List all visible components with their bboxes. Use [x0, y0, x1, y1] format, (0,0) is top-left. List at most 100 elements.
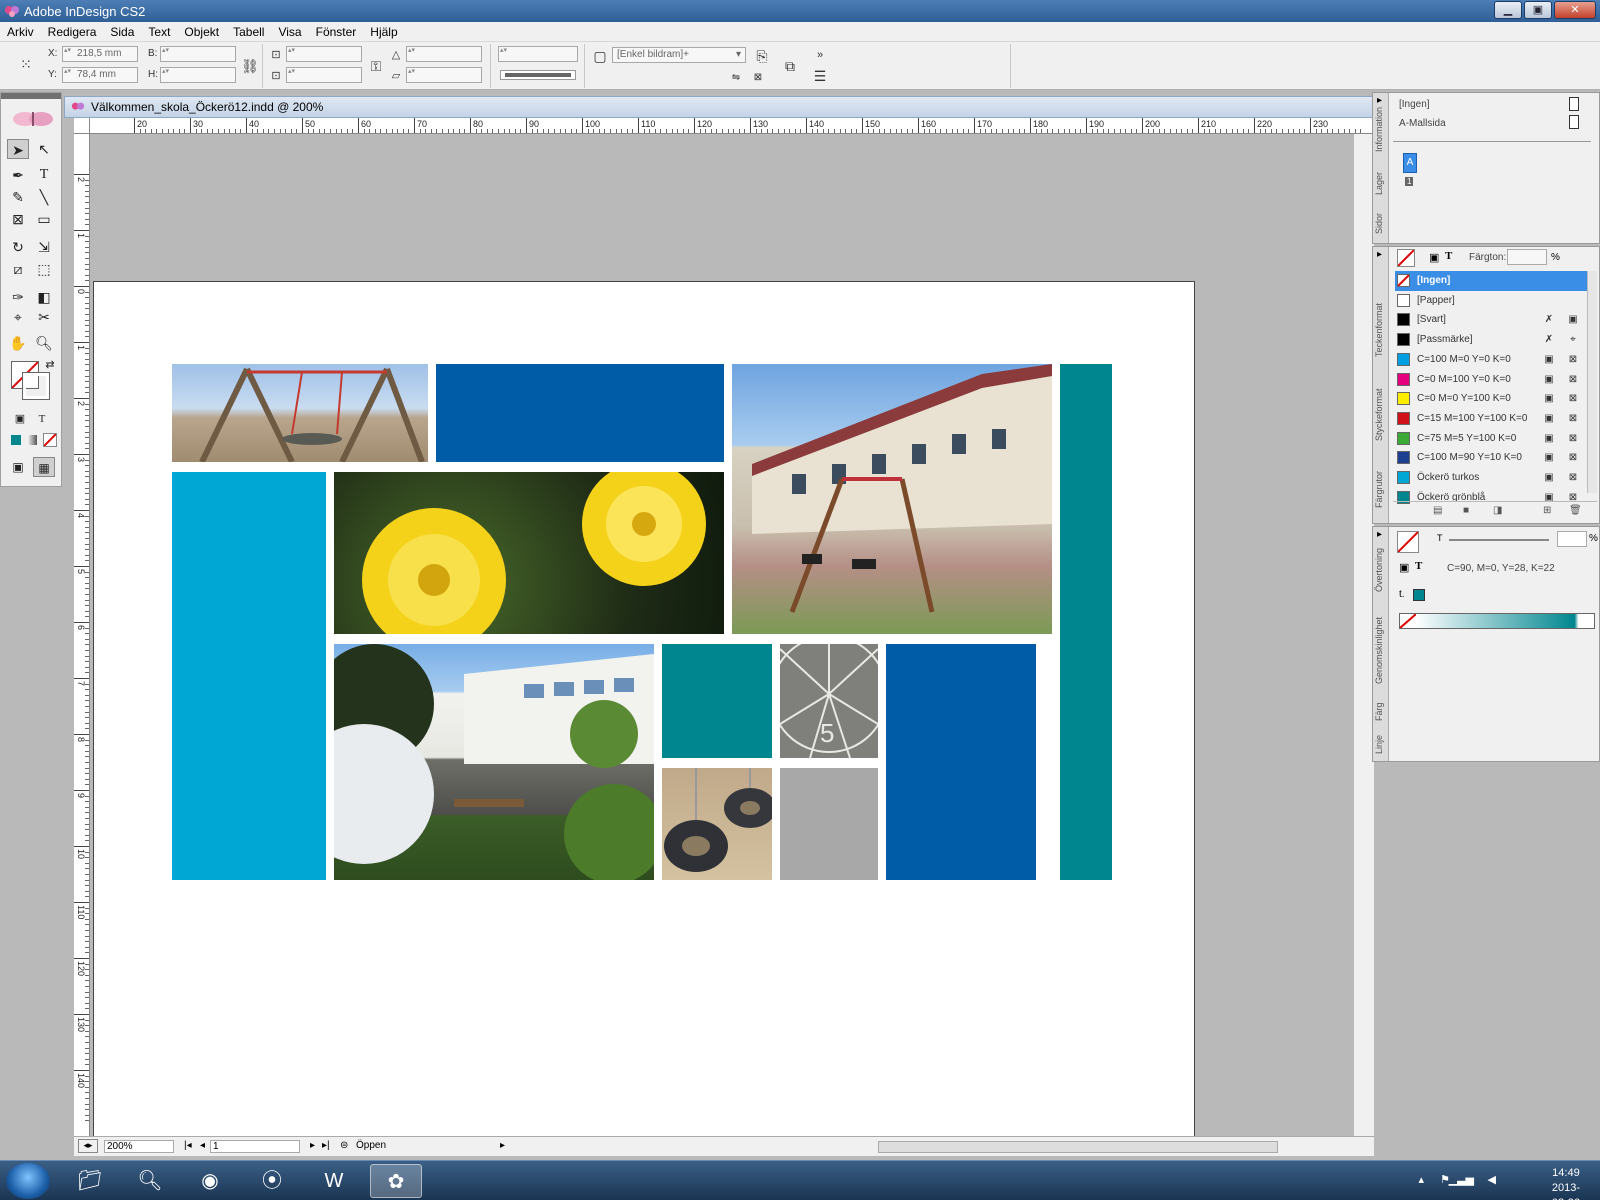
- clear-attributes-icon[interactable]: ⊠: [748, 68, 768, 88]
- free-transform-tool-icon[interactable]: ⬚: [33, 259, 55, 279]
- object-style-select[interactable]: [Enkel bildram]+ ▾: [612, 47, 746, 63]
- zoom-field[interactable]: 200%: [104, 1140, 174, 1153]
- document-tab[interactable]: Välkommen_skola_Öckerö12.indd @ 200%: [64, 96, 1374, 118]
- first-page-icon[interactable]: |◂: [184, 1140, 192, 1151]
- zoom-tool-icon[interactable]: 🔍︎: [33, 333, 55, 353]
- apply-color-icon[interactable]: [11, 435, 21, 445]
- media-app-icon[interactable]: ⦿: [246, 1164, 298, 1198]
- selection-tool-icon[interactable]: ➤: [7, 139, 29, 159]
- scale-y-field[interactable]: [286, 67, 362, 83]
- tab-teckenformat[interactable]: Teckenformat: [1374, 287, 1388, 373]
- text-format-icon[interactable]: T: [1415, 560, 1422, 572]
- light-blue-column-block[interactable]: [172, 472, 326, 880]
- next-page-icon[interactable]: ▸: [310, 1140, 315, 1151]
- panel-menu-icon[interactable]: ▸: [1377, 529, 1382, 540]
- clock[interactable]: 14:49 2013-08-26: [1552, 1166, 1580, 1200]
- tire-swing-photo[interactable]: [662, 768, 772, 880]
- swatch-row[interactable]: C=100 M=0 Y=0 K=0 ▣ ⊠: [1395, 350, 1591, 370]
- dandelion-photo[interactable]: [334, 472, 724, 634]
- delete-swatch-icon[interactable]: 🗑︎: [1569, 505, 1582, 516]
- hopscotch-photo[interactable]: 5: [780, 644, 878, 758]
- pages-item-master[interactable]: A-Mallsida: [1399, 118, 1446, 129]
- width-field[interactable]: [160, 46, 236, 62]
- link-scale-icon[interactable]: ⚿: [366, 56, 386, 76]
- formatting-text-icon[interactable]: T: [31, 409, 53, 429]
- new-swatch-icon[interactable]: ⊞: [1543, 505, 1551, 516]
- formatting-container-icon[interactable]: ▣: [9, 409, 31, 429]
- tint-slider[interactable]: [1449, 539, 1549, 541]
- menu-tabell[interactable]: Tabell: [226, 25, 271, 39]
- tab-genomskinlighet[interactable]: Genomskinlighet: [1374, 607, 1388, 693]
- gray-square-block[interactable]: [780, 768, 878, 880]
- pencil-tool-icon[interactable]: ✎: [7, 187, 29, 207]
- menu-visa[interactable]: Visa: [271, 25, 308, 39]
- button-tool-icon[interactable]: ⌖: [7, 307, 29, 327]
- height-field[interactable]: [160, 67, 236, 83]
- panel-menu-icon[interactable]: ☰: [810, 66, 830, 86]
- nav-toggle-icon[interactable]: ◂▸: [78, 1139, 98, 1153]
- file-explorer-icon[interactable]: 📁︎: [64, 1164, 116, 1198]
- swatch-row[interactable]: Öckerö turkos ▣ ⊠: [1395, 468, 1591, 488]
- swatch-row[interactable]: [Ingen]: [1395, 271, 1591, 291]
- panel-menu-icon[interactable]: ▸: [1377, 95, 1382, 106]
- apply-gradient-icon[interactable]: [27, 435, 37, 445]
- menu-text[interactable]: Text: [141, 25, 177, 39]
- current-color-chip[interactable]: [1413, 589, 1425, 601]
- show-gradient-swatches-icon[interactable]: ◨: [1493, 505, 1502, 516]
- swatch-scrollbar[interactable]: [1587, 271, 1597, 493]
- rotation-field[interactable]: [406, 46, 482, 62]
- maximize-button[interactable]: ▣: [1524, 1, 1552, 19]
- tab-lager[interactable]: Lager: [1374, 163, 1388, 203]
- object-styles-icon[interactable]: ⎘: [752, 46, 772, 66]
- gradient-tool-icon[interactable]: ◧: [33, 287, 55, 307]
- scissors-tool-icon[interactable]: ✂: [33, 307, 55, 327]
- volume-icon[interactable]: ◀: [1488, 1173, 1496, 1186]
- swap-fill-stroke-icon[interactable]: ⇄: [39, 355, 61, 375]
- dark-blue-block[interactable]: [436, 364, 724, 462]
- teal-square-block[interactable]: [662, 644, 772, 758]
- network-icon[interactable]: ▁▃▅: [1449, 1173, 1474, 1186]
- search-icon[interactable]: 🔍︎: [124, 1164, 176, 1198]
- normal-view-icon[interactable]: ▣: [7, 457, 29, 477]
- indesign-taskbar-icon[interactable]: ✿: [370, 1164, 422, 1198]
- horizontal-scrollbar-thumb[interactable]: [878, 1141, 1278, 1153]
- color-spectrum-bar[interactable]: [1399, 613, 1595, 629]
- stroke-weight-field[interactable]: [498, 46, 578, 62]
- vertical-ruler[interactable]: 2 1 0 1 2 3 4 5 6 7 8 9 10 110 120 130 140: [74, 134, 90, 1138]
- tab-linje[interactable]: Linje: [1374, 729, 1388, 759]
- clear-overrides-icon[interactable]: ⇋: [726, 68, 746, 88]
- tint-field[interactable]: [1507, 249, 1547, 265]
- chrome-icon[interactable]: ◉: [184, 1164, 236, 1198]
- apply-none-icon[interactable]: [43, 433, 57, 447]
- menu-fonster[interactable]: Fönster: [309, 25, 364, 39]
- shear-field[interactable]: [406, 67, 482, 83]
- close-button[interactable]: ✕: [1554, 1, 1596, 19]
- container-format-icon[interactable]: ▣: [1429, 251, 1439, 264]
- shear-tool-icon[interactable]: ⧄: [7, 259, 29, 279]
- reference-point-icon[interactable]: ⁙: [16, 54, 36, 74]
- rectangle-frame-tool-icon[interactable]: ⊠: [7, 209, 29, 229]
- scale-x-field[interactable]: [286, 46, 362, 62]
- pen-tool-icon[interactable]: ✒: [7, 165, 29, 185]
- menu-sida[interactable]: Sida: [103, 25, 141, 39]
- tools-grip[interactable]: [1, 93, 61, 99]
- tab-fargrutor[interactable]: Färgrutor: [1374, 457, 1388, 521]
- show-hidden-icons-icon[interactable]: ▴: [1418, 1173, 1424, 1186]
- horizontal-ruler[interactable]: 20 30 40 50 60 70 80 90 100 110 120 130 140 150 160 170…: [90, 118, 1374, 134]
- y-field[interactable]: 78,4 mm: [62, 67, 138, 83]
- vertical-scrollbar[interactable]: [1354, 134, 1374, 1136]
- swatch-row[interactable]: C=0 M=100 Y=0 K=0 ▣ ⊠: [1395, 370, 1591, 390]
- tab-sidor[interactable]: Sidor: [1374, 203, 1388, 243]
- swatch-row[interactable]: [Papper]: [1395, 291, 1591, 311]
- fill-stroke-proxy-icon[interactable]: [1397, 249, 1415, 267]
- hand-tool-icon[interactable]: ✋: [7, 333, 29, 353]
- tab-information[interactable]: Information: [1374, 97, 1388, 161]
- teal-column-block[interactable]: [1060, 364, 1112, 880]
- stroke-swatch[interactable]: [22, 372, 50, 400]
- school-building-photo[interactable]: [732, 364, 1052, 634]
- minimize-button[interactable]: ▁: [1494, 1, 1522, 19]
- container-format-icon[interactable]: ▣: [1399, 561, 1409, 574]
- swatch-row[interactable]: [Passmärke] ✗ ⌖: [1395, 330, 1591, 350]
- show-color-swatches-icon[interactable]: ■: [1463, 505, 1469, 516]
- schoolyard-photo[interactable]: [334, 644, 654, 880]
